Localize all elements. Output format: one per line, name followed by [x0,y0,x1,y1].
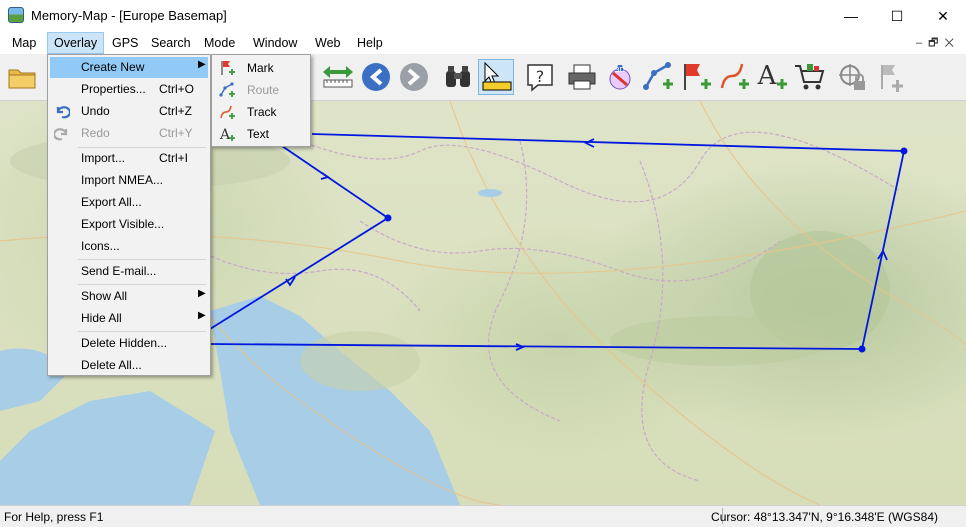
submenu-arrow-icon: ▶ [198,310,206,321]
redo-icon [54,128,68,141]
svg-text:A: A [757,61,778,91]
close-button[interactable]: ✕ [920,0,966,32]
print-icon[interactable] [564,59,600,95]
menu-separator [78,284,206,285]
mdi-close-button[interactable]: ✕ [944,37,960,49]
menu-overlay[interactable]: Overlay [47,32,105,54]
shop-cart-icon[interactable] [792,59,828,95]
menu-item-create-new[interactable]: Create New ▶ [50,57,208,78]
menu-item-hide-all[interactable]: Hide All ▶ [50,308,208,329]
submenu-item-track[interactable]: Track [214,101,308,123]
menu-item-import-nmea[interactable]: Import NMEA... [50,170,208,191]
menu-item-export-visible[interactable]: Export Visible... [50,214,208,235]
gps-icon[interactable]: 3D [602,59,638,95]
open-folder-icon[interactable] [4,59,40,95]
menu-separator [78,259,206,260]
app-logo-icon [8,7,24,23]
route-icon [219,82,235,97]
menu-mode[interactable]: Mode [198,32,241,54]
menu-map[interactable]: Map [6,32,42,54]
submenu-item-route[interactable]: Route [214,79,308,101]
menu-help[interactable]: Help [351,32,389,54]
menu-separator [78,331,206,332]
mdi-minimize-button[interactable]: – [916,37,928,49]
new-text-icon[interactable]: A [754,59,790,95]
overlay-menu: Create New ▶ Properties... Ctrl+O Undo C… [47,54,211,376]
submenu-item-mark[interactable]: Mark [214,57,308,79]
menu-item-undo[interactable]: Undo Ctrl+Z [50,101,208,122]
new-mark-icon[interactable] [678,59,714,95]
submenu-arrow-icon: ▶ [198,59,206,70]
menu-bar: Map Overlay GPS Search Mode Window Web H… [0,32,966,54]
menu-item-export-all[interactable]: Export All... [50,192,208,213]
menu-item-show-all[interactable]: Show All ▶ [50,286,208,307]
menu-gps[interactable]: GPS [106,32,144,54]
help-icon[interactable]: ? [522,59,558,95]
menu-item-redo[interactable]: Redo Ctrl+Y [50,123,208,144]
submenu-item-text[interactable]: A Text [214,123,308,145]
svg-text:A: A [219,127,231,142]
back-arrow-icon[interactable] [358,59,394,95]
track-icon [220,105,235,119]
menu-item-properties[interactable]: Properties... Ctrl+O [50,79,208,100]
mark-flag-icon [221,61,235,75]
svg-text:?: ? [536,67,545,86]
unlock-icon[interactable] [872,59,908,95]
maximize-button[interactable]: ☐ [874,0,920,32]
menu-item-delete-hidden[interactable]: Delete Hidden... [50,333,208,354]
status-bar: For Help, press F1 Cursor: 48°13.347'N, … [0,505,966,527]
undo-icon [56,106,70,119]
minimize-button[interactable]: — [828,0,874,32]
select-cursor-icon[interactable] [478,59,514,95]
menu-item-delete-all[interactable]: Delete All... [50,355,208,376]
binoculars-icon[interactable] [440,59,476,95]
menu-web[interactable]: Web [309,32,346,54]
submenu-arrow-icon: ▶ [198,288,206,299]
window-title: Memory-Map - [Europe Basemap] [31,8,227,23]
menu-search[interactable]: Search [145,32,197,54]
new-track-icon[interactable] [716,59,752,95]
mdi-controls: –🗗✕ [916,34,960,53]
status-help-text: For Help, press F1 [4,510,104,524]
swap-arrows-icon[interactable] [320,59,356,95]
text-icon: A [219,127,235,142]
menu-item-send-email[interactable]: Send E-mail... [50,261,208,282]
status-cursor-coordinates: Cursor: 48°13.347'N, 9°16.348'E (WGS84) [711,510,938,524]
forward-arrow-icon[interactable] [396,59,432,95]
lock-position-icon[interactable] [834,59,870,95]
menu-item-import[interactable]: Import... Ctrl+I [50,148,208,169]
menu-item-icons[interactable]: Icons... [50,236,208,257]
mdi-restore-button[interactable]: 🗗 [928,37,944,49]
new-route-icon[interactable] [640,59,676,95]
title-bar: Memory-Map - [Europe Basemap] — ☐ ✕ [0,0,966,32]
create-new-submenu: Mark Route Track A Text [211,54,311,147]
menu-window[interactable]: Window [247,32,303,54]
svg-text:3D: 3D [615,66,625,74]
